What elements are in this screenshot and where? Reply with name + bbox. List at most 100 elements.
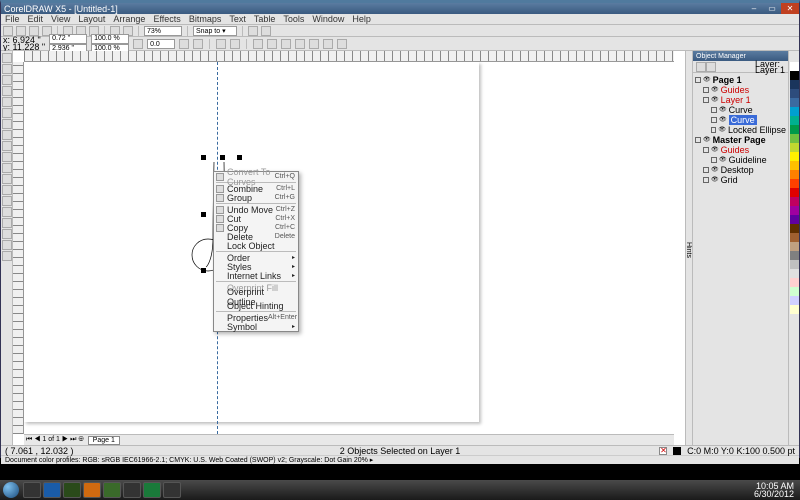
smart-fill-tool[interactable] xyxy=(2,108,12,118)
start-button[interactable] xyxy=(3,482,19,498)
ctx-internet-links[interactable]: Internet Links▸ xyxy=(214,271,298,280)
mirror-h-icon[interactable] xyxy=(179,39,189,49)
pick-tool[interactable] xyxy=(2,53,12,63)
table-tool[interactable] xyxy=(2,174,12,184)
close-button[interactable]: ✕ xyxy=(781,3,799,14)
maximize-button[interactable]: ▭ xyxy=(763,3,781,14)
color-swatch[interactable] xyxy=(790,62,799,71)
color-swatch[interactable] xyxy=(790,215,799,224)
taskbar-app-8[interactable] xyxy=(163,482,181,498)
simplify-icon[interactable] xyxy=(295,39,305,49)
color-swatch[interactable] xyxy=(790,107,799,116)
color-swatch[interactable] xyxy=(790,134,799,143)
options-icon[interactable] xyxy=(248,26,258,36)
ruler-horizontal[interactable] xyxy=(24,51,674,62)
connector-tool[interactable] xyxy=(2,196,12,206)
menu-text[interactable]: Text xyxy=(229,14,246,24)
dimension-tool[interactable] xyxy=(2,185,12,195)
menu-layout[interactable]: Layout xyxy=(78,14,105,24)
tree-item[interactable]: 👁Master Page xyxy=(695,135,786,145)
color-swatch[interactable] xyxy=(790,80,799,89)
basic-shapes-tool[interactable] xyxy=(2,152,12,162)
minimize-button[interactable]: – xyxy=(745,3,763,14)
color-swatch[interactable] xyxy=(790,242,799,251)
launcher-icon[interactable] xyxy=(261,26,271,36)
rectangle-tool[interactable] xyxy=(2,119,12,129)
color-swatch[interactable] xyxy=(790,260,799,269)
interactive-tool[interactable] xyxy=(2,207,12,217)
color-swatch[interactable] xyxy=(790,188,799,197)
color-swatch[interactable] xyxy=(790,296,799,305)
tree-item[interactable]: 👁Curve xyxy=(695,105,786,115)
color-swatch[interactable] xyxy=(790,206,799,215)
color-swatch[interactable] xyxy=(790,125,799,134)
color-swatch[interactable] xyxy=(790,278,799,287)
mirror-v-icon[interactable] xyxy=(193,39,203,49)
handle-tr[interactable] xyxy=(237,155,242,160)
color-swatch[interactable] xyxy=(790,98,799,107)
tree-item[interactable]: 👁Curve xyxy=(695,115,786,125)
order-icon[interactable] xyxy=(230,39,240,49)
color-swatch[interactable] xyxy=(790,152,799,161)
handle-tl[interactable] xyxy=(201,155,206,160)
weld-icon[interactable] xyxy=(253,39,263,49)
width-input[interactable]: 0.72 " xyxy=(49,34,87,44)
intersect-icon[interactable] xyxy=(281,39,291,49)
rotation-input[interactable]: 0.0 xyxy=(147,39,175,49)
open-icon[interactable] xyxy=(16,26,26,36)
menu-window[interactable]: Window xyxy=(312,14,344,24)
taskbar-app-7[interactable] xyxy=(143,482,161,498)
shape-tool[interactable] xyxy=(2,64,12,74)
eyedropper-tool[interactable] xyxy=(2,218,12,228)
lock-ratio-icon[interactable] xyxy=(133,39,143,49)
handle-ml[interactable] xyxy=(201,212,206,217)
taskbar-app-3[interactable] xyxy=(63,482,81,498)
color-swatch[interactable] xyxy=(790,89,799,98)
menu-view[interactable]: View xyxy=(51,14,70,24)
menu-edit[interactable]: Edit xyxy=(28,14,44,24)
taskbar-app-2[interactable] xyxy=(43,482,61,498)
fill-swatch[interactable]: ✕ xyxy=(659,447,667,455)
page-tab[interactable]: Page 1 xyxy=(88,436,120,445)
front-minus-back-icon[interactable] xyxy=(309,39,319,49)
color-swatch[interactable] xyxy=(790,170,799,179)
freehand-tool[interactable] xyxy=(2,97,12,107)
handle-bl[interactable] xyxy=(201,268,206,273)
menu-tools[interactable]: Tools xyxy=(283,14,304,24)
tree-item[interactable]: 👁Page 1 xyxy=(695,75,786,85)
boundary-icon[interactable] xyxy=(337,39,347,49)
system-tray[interactable]: 10:05 AM6/30/2012 xyxy=(754,482,797,498)
color-swatch[interactable] xyxy=(790,287,799,296)
polygon-tool[interactable] xyxy=(2,141,12,151)
crop-tool[interactable] xyxy=(2,75,12,85)
color-swatch[interactable] xyxy=(790,251,799,260)
menu-arrange[interactable]: Arrange xyxy=(113,14,145,24)
page-nav-buttons[interactable]: ⏮ ◀ 1 of 1 ▶ ⏭ ⊕ xyxy=(24,436,86,444)
tree-item[interactable]: 👁Locked Ellipse xyxy=(695,125,786,135)
text-tool[interactable] xyxy=(2,163,12,173)
taskbar-app-6[interactable] xyxy=(123,482,141,498)
menu-help[interactable]: Help xyxy=(352,14,371,24)
layer-options-icon[interactable] xyxy=(706,62,716,72)
tree-item[interactable]: 👁Desktop xyxy=(695,165,786,175)
ruler-vertical[interactable] xyxy=(13,62,24,434)
align-icon[interactable] xyxy=(216,39,226,49)
taskbar-app-1[interactable] xyxy=(23,482,41,498)
taskbar-app-5[interactable] xyxy=(103,482,121,498)
color-swatch[interactable] xyxy=(790,305,799,314)
ellipse-tool[interactable] xyxy=(2,130,12,140)
menu-effects[interactable]: Effects xyxy=(153,14,180,24)
outline-tool[interactable] xyxy=(2,229,12,239)
fill-tool[interactable] xyxy=(2,240,12,250)
interactive-fill-tool[interactable] xyxy=(2,251,12,261)
color-swatch[interactable] xyxy=(790,143,799,152)
new-layer-icon[interactable] xyxy=(696,62,706,72)
handle-tm[interactable] xyxy=(220,155,225,160)
ctx-lock-object[interactable]: Lock Object xyxy=(214,241,298,250)
menu-file[interactable]: File xyxy=(5,14,20,24)
color-swatch[interactable] xyxy=(790,161,799,170)
menu-table[interactable]: Table xyxy=(254,14,276,24)
zoom-tool[interactable] xyxy=(2,86,12,96)
new-icon[interactable] xyxy=(3,26,13,36)
color-swatch[interactable] xyxy=(790,116,799,125)
